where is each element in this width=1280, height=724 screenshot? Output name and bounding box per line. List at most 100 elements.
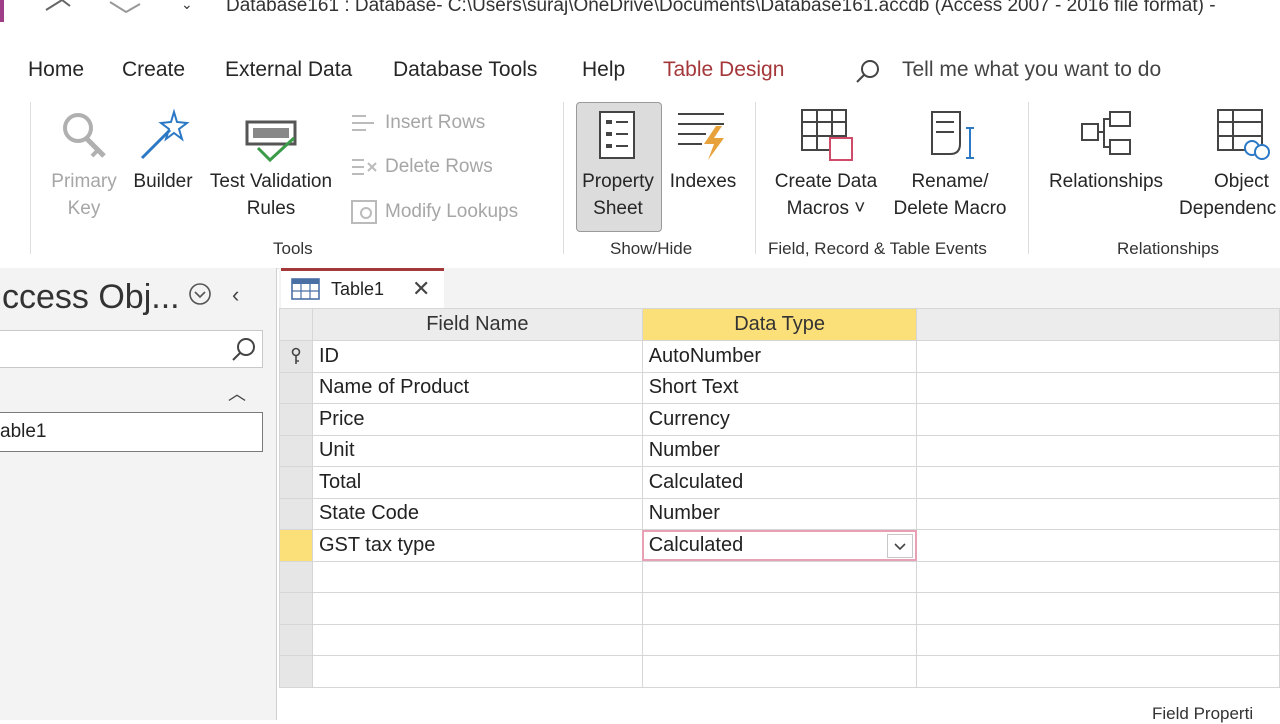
description-cell[interactable] [916, 592, 1280, 625]
window-title: Database161 : Database- C:\Users\suraj\O… [226, 0, 1216, 16]
row-selector[interactable] [279, 655, 313, 688]
chevron-up-icon[interactable]: ︿ [228, 380, 246, 406]
table-row[interactable]: Total Calculated [279, 466, 1280, 499]
row-selector[interactable] [279, 497, 313, 530]
row-selector[interactable] [279, 592, 313, 625]
data-type-cell[interactable]: AutoNumber [641, 340, 918, 373]
tab-home[interactable]: Home [28, 58, 84, 82]
insert-rows-button[interactable]: Insert Rows [385, 112, 485, 134]
rename-macro-icon [931, 111, 974, 159]
field-name-cell[interactable]: Total [311, 466, 643, 499]
quick-access-toolbar [45, 0, 141, 14]
row-selector[interactable] [279, 623, 313, 656]
table-row[interactable]: Price Currency [279, 403, 1280, 436]
data-type-value: Short Text [648, 376, 739, 399]
tab-create[interactable]: Create [122, 58, 185, 82]
description-cell[interactable] [916, 560, 1280, 593]
column-header-field-name[interactable]: Field Name [311, 308, 643, 341]
field-name-cell[interactable] [311, 592, 643, 625]
column-header-data-type[interactable]: Data Type [641, 308, 918, 341]
row-selector[interactable] [279, 434, 313, 467]
delete-rows-button[interactable]: Delete Rows [385, 156, 493, 178]
data-type-cell[interactable] [641, 592, 918, 625]
field-properties-label: Field Properti [1152, 704, 1254, 723]
description-cell[interactable] [916, 623, 1280, 656]
data-type-cell[interactable]: Short Text [641, 371, 918, 404]
row-selector[interactable] [279, 403, 313, 436]
customize-toolbar-chevron-icon[interactable]: ⌄ [181, 0, 193, 13]
field-name-cell[interactable]: GST tax type [311, 529, 643, 562]
object-dependencies-button[interactable]: Object Dependenc [1176, 168, 1280, 222]
table-row-empty[interactable] [279, 623, 1280, 656]
nav-pane-title[interactable]: ccess Obj... [2, 278, 180, 317]
builder-button[interactable]: Builder [128, 168, 198, 195]
table-row[interactable]: State Code Number [279, 497, 1280, 530]
data-type-cell[interactable] [641, 655, 918, 688]
data-type-cell[interactable]: Calculated [641, 466, 918, 499]
data-type-dropdown-button[interactable] [887, 534, 914, 558]
row-selector[interactable] [279, 466, 313, 499]
description-cell[interactable] [916, 655, 1280, 688]
table-row[interactable]: Unit Number [279, 434, 1280, 467]
object-dependencies-label-2: Dependenc [1179, 198, 1277, 219]
nav-search-input[interactable] [0, 330, 263, 368]
data-type-cell[interactable] [641, 560, 918, 593]
document-tab-table1[interactable]: Table1 ✕ [281, 268, 444, 308]
description-cell[interactable] [916, 529, 1280, 562]
description-cell[interactable] [916, 371, 1280, 404]
table-row-empty[interactable] [279, 592, 1280, 625]
object-dependencies-label-1: Object [1214, 171, 1269, 192]
table-row[interactable]: Name of Product Short Text [279, 371, 1280, 404]
tab-external-data[interactable]: External Data [225, 58, 352, 82]
rename-delete-macro-button[interactable]: Rename/ Delete Macro [886, 168, 1014, 222]
relationships-button[interactable]: Relationships [1042, 168, 1170, 195]
row-selector[interactable] [279, 371, 313, 404]
shutter-bar-close-icon[interactable]: ‹ [232, 282, 239, 308]
description-cell[interactable] [916, 403, 1280, 436]
row-selector[interactable] [279, 529, 313, 562]
data-type-value: Number [648, 502, 720, 525]
description-cell[interactable] [916, 466, 1280, 499]
table-row[interactable]: ID AutoNumber [279, 340, 1280, 373]
data-type-cell[interactable]: Currency [641, 403, 918, 436]
title-bar: ⌄ Database161 : Database- C:\Users\suraj… [0, 0, 1280, 22]
description-cell[interactable] [916, 340, 1280, 373]
description-cell[interactable] [916, 497, 1280, 530]
tell-me-input[interactable]: Tell me what you want to do [902, 58, 1161, 82]
modify-lookups-icon [351, 200, 377, 224]
field-name-cell[interactable] [311, 560, 643, 593]
table-row[interactable]: GST tax type Calculated [279, 529, 1280, 562]
primary-key-row-selector[interactable] [279, 340, 313, 373]
ribbon-separator [563, 102, 564, 254]
data-type-cell[interactable]: Calculated [641, 529, 918, 562]
create-data-macros-label-1: Create Data [774, 171, 878, 192]
chevron-down-circle-icon[interactable] [188, 282, 212, 306]
table-row-empty[interactable] [279, 560, 1280, 593]
tab-database-tools[interactable]: Database Tools [393, 58, 537, 82]
close-icon[interactable]: ✕ [412, 276, 430, 302]
data-type-cell[interactable]: Number [641, 497, 918, 530]
row-selector[interactable] [279, 560, 313, 593]
tab-table-design[interactable]: Table Design [663, 58, 785, 96]
primary-key-button[interactable]: Primary Key [44, 168, 124, 222]
test-validation-rules-button[interactable]: Test Validation Rules [206, 168, 336, 222]
column-header-description[interactable] [916, 308, 1280, 341]
nav-item-table1[interactable]: able1 [0, 412, 263, 452]
field-name-cell[interactable]: Price [311, 403, 643, 436]
field-name-cell[interactable]: ID [311, 340, 643, 373]
modify-lookups-button[interactable]: Modify Lookups [385, 201, 518, 223]
create-data-macros-button[interactable]: Create Data Macros ˅ [766, 168, 886, 222]
field-name-cell[interactable] [311, 655, 643, 688]
tab-help[interactable]: Help [582, 58, 625, 82]
table-row-empty[interactable] [279, 655, 1280, 688]
field-name-cell[interactable]: State Code [311, 497, 643, 530]
data-type-cell[interactable]: Number [641, 434, 918, 467]
field-name-cell[interactable]: Unit [311, 434, 643, 467]
data-type-cell[interactable] [641, 623, 918, 656]
field-name-cell[interactable] [311, 623, 643, 656]
indexes-button[interactable]: Indexes [664, 168, 742, 195]
search-icon[interactable] [854, 58, 882, 86]
description-cell[interactable] [916, 434, 1280, 467]
field-name-cell[interactable]: Name of Product [311, 371, 643, 404]
search-icon[interactable] [230, 337, 256, 363]
